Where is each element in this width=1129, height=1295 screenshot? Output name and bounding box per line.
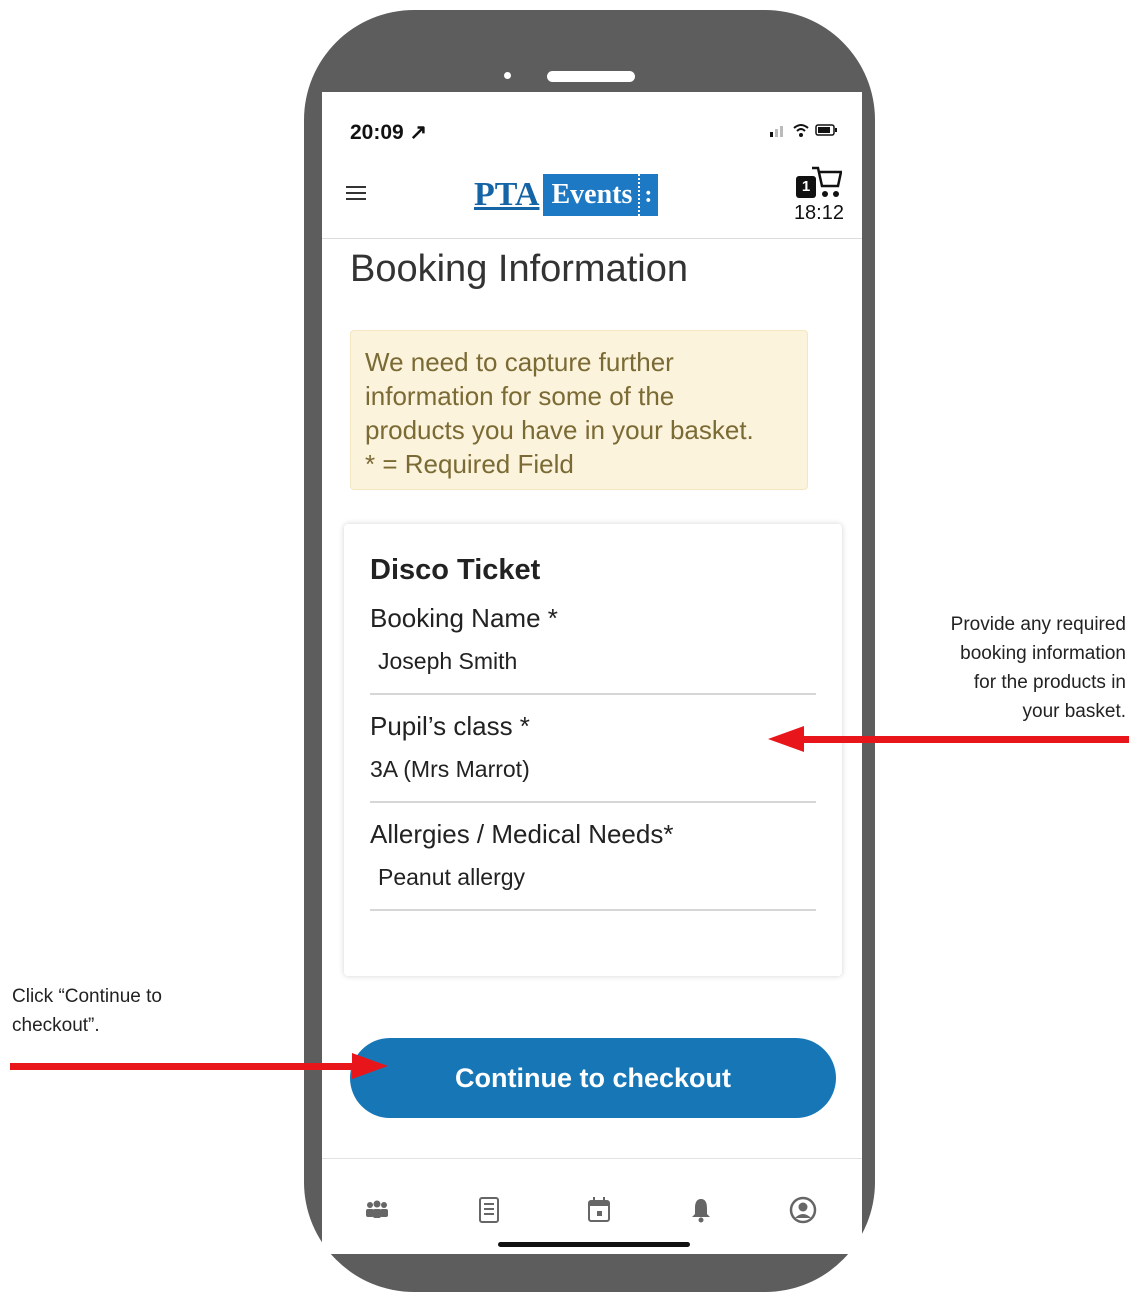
app-header: PTA Events : 1 18:12 — [322, 154, 862, 239]
calendar-icon[interactable] — [584, 1195, 614, 1225]
annotation-line: your basket. — [1022, 701, 1127, 722]
basket-button[interactable]: 1 18:12 — [784, 162, 844, 224]
allergies-input[interactable] — [370, 850, 816, 911]
pupil-class-field: Pupil’s class * — [370, 711, 816, 803]
status-time: 20:09 ↗ — [350, 121, 428, 144]
alert-line: information for some of the — [365, 381, 675, 411]
allergies-label: Allergies / Medical Needs* — [370, 819, 674, 849]
annotation-line: Click “Continue to — [12, 986, 162, 1007]
cart-count-badge: 1 — [796, 176, 816, 198]
booking-name-field: Booking Name * — [370, 603, 816, 695]
groups-icon[interactable] — [362, 1195, 392, 1225]
alert-line: * = Required Field — [365, 449, 574, 479]
info-alert: We need to capture further information f… — [350, 330, 808, 490]
logo-events-text: Events — [551, 179, 633, 210]
pupil-class-input[interactable] — [370, 742, 816, 803]
continue-to-checkout-button[interactable]: Continue to checkout — [350, 1038, 836, 1118]
camera-dot — [504, 72, 511, 79]
page-title: Booking Information — [350, 248, 688, 290]
status-icons — [768, 122, 840, 143]
logo-pta-text: PTA — [474, 176, 540, 213]
annotation-line: Provide any required — [950, 614, 1126, 635]
basket-timer: 18:12 — [793, 202, 844, 224]
annotation-booking-info: Provide any required booking information… — [884, 610, 1126, 726]
bottom-navigation — [322, 1158, 862, 1254]
annotation-checkout: Click “Continue to checkout”. — [12, 982, 242, 1040]
phone-screen: 20:09 ↗ PTA Events : 1 18:12 Booking Inf… — [322, 92, 862, 1254]
ticket-perforation-icon: : — [638, 174, 652, 216]
annotation-line: booking information — [960, 643, 1126, 664]
product-booking-card: Disco Ticket Booking Name * Pupil’s clas… — [344, 524, 842, 976]
annotation-line: for the products in — [973, 672, 1126, 693]
phone-frame: 20:09 ↗ PTA Events : 1 18:12 Booking Inf… — [304, 10, 875, 1292]
bell-icon[interactable] — [686, 1195, 716, 1225]
booking-name-input[interactable] — [370, 634, 816, 695]
account-icon[interactable] — [788, 1195, 818, 1225]
product-title: Disco Ticket — [370, 554, 541, 586]
hamburger-menu-icon[interactable] — [346, 186, 366, 200]
pta-events-logo[interactable]: PTA Events : — [474, 174, 659, 216]
list-icon[interactable] — [474, 1195, 504, 1225]
alert-line: products you have in your basket. — [365, 415, 754, 445]
annotation-line: checkout”. — [12, 1015, 100, 1036]
alert-line: We need to capture further — [365, 347, 674, 377]
logo-events-box: Events : — [543, 174, 659, 216]
allergies-field: Allergies / Medical Needs* — [370, 819, 816, 911]
booking-name-label: Booking Name * — [370, 603, 558, 633]
home-indicator[interactable] — [498, 1242, 690, 1247]
signal-wifi-battery-icon — [770, 124, 837, 137]
pupil-class-label: Pupil’s class * — [370, 711, 530, 741]
speaker-bar — [547, 71, 635, 82]
